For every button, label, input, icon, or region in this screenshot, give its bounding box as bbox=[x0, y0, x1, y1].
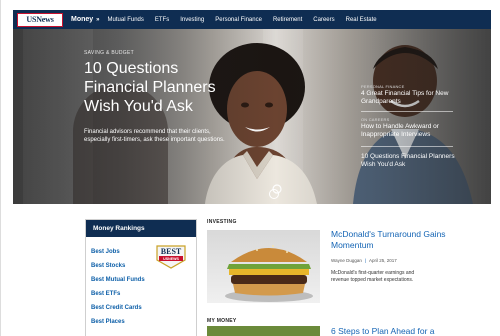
article-title[interactable]: McDonald's Turnaround Gains Momentum bbox=[331, 229, 446, 251]
logo-text: USNews bbox=[26, 15, 54, 24]
ranking-link-best-credit-cards[interactable]: Best Credit Cards bbox=[91, 301, 196, 315]
ranking-link-best-mutual-funds[interactable]: Best Mutual Funds bbox=[91, 273, 196, 287]
nav-section-label: Money bbox=[71, 16, 94, 23]
meta-separator: | bbox=[364, 258, 367, 263]
article-author[interactable]: Wayne Duggan bbox=[331, 258, 362, 263]
section-label-my-money[interactable]: MY MONEY bbox=[207, 318, 237, 324]
article-description: McDonald's first-quarter earnings and re… bbox=[331, 270, 415, 283]
hero-side-title[interactable]: 4 Great Financial Tips for New Grandpare… bbox=[361, 90, 461, 106]
hero-banner[interactable]: SAVING & BUDGET 10 Questions Financial P… bbox=[13, 29, 491, 204]
hero-side-category: PERSONAL FINANCE bbox=[361, 84, 405, 89]
top-navigation: USNews Money » Mutual Funds ETFs Investi… bbox=[13, 10, 491, 29]
nav-section-money[interactable]: Money » bbox=[71, 16, 100, 23]
burger-photo bbox=[225, 245, 313, 302]
article-image[interactable] bbox=[207, 326, 320, 336]
badge-best-text: BEST bbox=[161, 247, 182, 256]
usnews-logo[interactable]: USNews bbox=[17, 12, 63, 27]
ranking-link-best-places[interactable]: Best Places bbox=[91, 315, 196, 329]
article-image-burger[interactable] bbox=[207, 230, 320, 303]
best-rankings-badge-icon: BEST USNEWS bbox=[156, 245, 186, 269]
nav-link-retirement[interactable]: Retirement bbox=[273, 17, 302, 23]
chevron-right-icon: » bbox=[96, 16, 100, 23]
hero-side-item[interactable]: 10 Questions Financial Planners Wish You… bbox=[361, 152, 461, 169]
hero-side-item[interactable]: PERSONAL FINANCE 4 Great Financial Tips … bbox=[361, 84, 461, 106]
ranking-link-best-etfs[interactable]: Best ETFs bbox=[91, 287, 196, 301]
hero-side-item[interactable]: ON CAREERS How to Handle Awkward or Inap… bbox=[361, 117, 461, 139]
nav-link-mutual-funds[interactable]: Mutual Funds bbox=[108, 17, 144, 23]
nav-link-careers[interactable]: Careers bbox=[313, 17, 334, 23]
page: USNews Money » Mutual Funds ETFs Investi… bbox=[0, 0, 500, 336]
nav-link-investing[interactable]: Investing bbox=[180, 17, 204, 23]
nav-link-etfs[interactable]: ETFs bbox=[155, 17, 169, 23]
money-rankings-panel: Money Rankings Best Jobs Best Stocks Bes… bbox=[85, 219, 197, 336]
article-date: April 25, 2017 bbox=[369, 258, 397, 263]
article-meta: Wayne Duggan | April 25, 2017 bbox=[331, 258, 397, 263]
hero-title[interactable]: 10 Questions Financial Planners Wish You… bbox=[84, 59, 224, 116]
article-title[interactable]: 6 Steps to Plan Ahead for a bbox=[331, 326, 451, 336]
rankings-heading: Money Rankings bbox=[86, 220, 196, 237]
badge-usnews-text: USNEWS bbox=[163, 257, 179, 261]
hero-category[interactable]: SAVING & BUDGET bbox=[84, 50, 134, 56]
hero-side-title[interactable]: 10 Questions Financial Planners Wish You… bbox=[361, 153, 461, 169]
hero-side-category: ON CAREERS bbox=[361, 117, 390, 122]
nav-link-real-estate[interactable]: Real Estate bbox=[346, 17, 377, 23]
nav-link-personal-finance[interactable]: Personal Finance bbox=[215, 17, 262, 23]
nav-links: Mutual Funds ETFs Investing Personal Fin… bbox=[108, 17, 388, 23]
carousel-indicator-icon[interactable] bbox=[269, 189, 279, 199]
divider bbox=[361, 111, 453, 112]
hero-side-title[interactable]: How to Handle Awkward or Inappropriate I… bbox=[361, 123, 461, 139]
divider bbox=[361, 146, 453, 147]
hero-description: Financial advisors recommend that their … bbox=[84, 129, 225, 143]
section-label-investing[interactable]: INVESTING bbox=[207, 219, 237, 225]
